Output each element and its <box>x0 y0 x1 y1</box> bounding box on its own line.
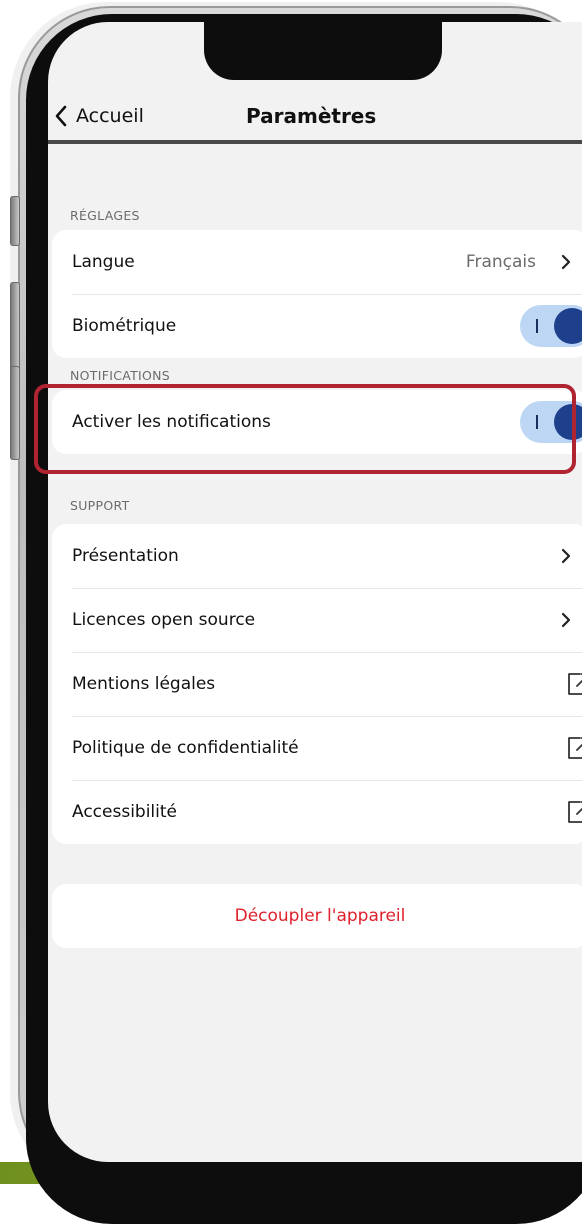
section-header-support: SUPPORT <box>70 498 130 513</box>
support-item-privacy[interactable]: Politique de confidentialité <box>52 716 582 780</box>
language-row[interactable]: Langue Français <box>52 230 582 294</box>
support-item-label: Licences open source <box>72 610 256 630</box>
biometric-row: Biométrique <box>52 294 582 358</box>
navigation-bar: Accueil Paramètres <box>48 94 582 144</box>
mute-switch <box>10 196 20 246</box>
unpair-device-label: Découpler l'appareil <box>234 906 406 926</box>
chevron-right-icon <box>561 612 571 628</box>
toggle-on-indicator <box>536 319 538 333</box>
external-link-icon <box>568 737 582 759</box>
support-item-presentation[interactable]: Présentation <box>52 524 582 588</box>
support-item-label: Présentation <box>72 546 179 566</box>
section-header-reglages: RÉGLAGES <box>70 208 140 223</box>
chevron-right-icon <box>561 548 571 564</box>
language-value: Français <box>465 252 536 272</box>
biometric-toggle[interactable] <box>520 305 582 347</box>
chevron-left-icon <box>55 105 67 127</box>
biometric-label: Biométrique <box>72 316 177 336</box>
highlight-box <box>34 384 576 474</box>
external-link-icon <box>568 673 582 695</box>
back-button[interactable]: Accueil <box>54 98 144 134</box>
notch <box>204 22 442 80</box>
support-item-accessibility[interactable]: Accessibilité <box>52 780 582 844</box>
support-item-label: Mentions légales <box>72 674 216 694</box>
toggle-knob <box>554 308 582 344</box>
support-item-label: Politique de confidentialité <box>72 738 299 758</box>
language-label: Langue <box>72 252 135 272</box>
volume-up-button <box>10 282 20 376</box>
unpair-device-button[interactable]: Découpler l'appareil <box>52 884 582 948</box>
support-item-label: Accessibilité <box>72 802 178 822</box>
app-screen: Accueil Paramètres RÉGLAGES Langue Franç… <box>48 22 582 1162</box>
support-item-mentions[interactable]: Mentions légales <box>52 652 582 716</box>
chevron-right-icon <box>561 254 571 270</box>
support-card: Présentation Licences open source Mentio… <box>52 524 582 844</box>
support-item-licences[interactable]: Licences open source <box>52 588 582 652</box>
back-button-label: Accueil <box>76 105 144 127</box>
external-link-icon <box>568 801 582 823</box>
page-title: Paramètres <box>246 104 377 128</box>
section-header-notifications: NOTIFICATIONS <box>70 368 171 383</box>
reglages-card: Langue Français Biométrique <box>52 230 582 358</box>
volume-down-button <box>10 366 20 460</box>
